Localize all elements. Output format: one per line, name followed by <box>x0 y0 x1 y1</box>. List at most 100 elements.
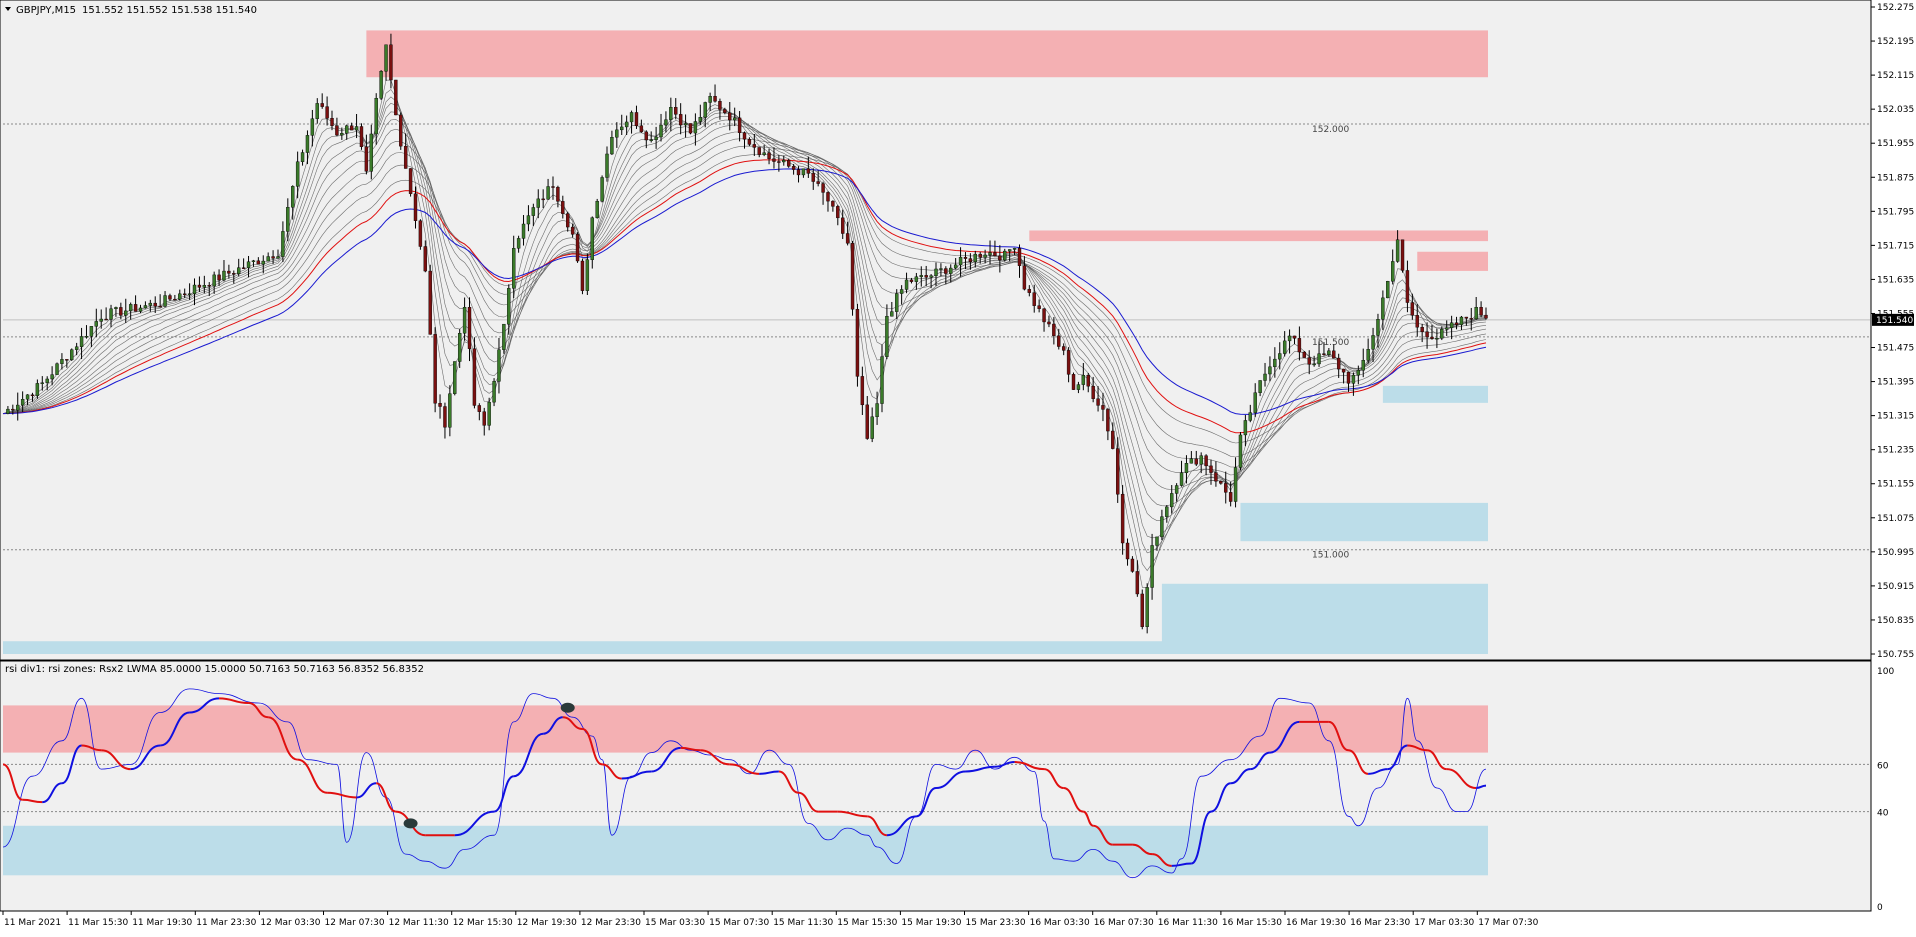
bear-candle <box>256 260 261 265</box>
bull-candle <box>531 207 536 216</box>
bull-candle <box>1199 455 1203 465</box>
price-tick-label: 152.275 <box>1877 3 1914 13</box>
bear-candle <box>1415 315 1419 328</box>
bear-candle <box>1420 326 1424 332</box>
bear-candle <box>1111 430 1115 449</box>
bull-candle <box>1395 239 1400 262</box>
bull-candle <box>310 118 315 136</box>
bear-candle <box>403 145 408 169</box>
bull-candle <box>128 304 133 312</box>
bear-candle <box>850 243 855 310</box>
bull-candle <box>1184 463 1189 474</box>
bull-candle <box>276 256 280 259</box>
bull-candle <box>281 231 285 257</box>
rsi-tick-label: 60 <box>1877 761 1889 771</box>
bear-candle <box>909 279 914 282</box>
supply-zone <box>1029 230 1488 242</box>
bull-candle <box>654 136 658 140</box>
bull-candle <box>143 305 148 309</box>
bear-candle <box>1130 558 1135 572</box>
bear-candle <box>1219 481 1223 484</box>
bear-candle <box>1209 465 1213 473</box>
bear-candle <box>1484 314 1488 319</box>
bear-candle <box>678 114 683 126</box>
bear-candle <box>1454 322 1459 325</box>
bull-candle <box>870 416 874 439</box>
bull-candle <box>988 252 992 256</box>
round-level-label: 152.000 <box>1312 125 1349 135</box>
bear-candle <box>811 173 815 182</box>
chart-canvas[interactable]: 152.000 151.500 151.000 152.275 152.195 152.… <box>0 0 1916 933</box>
bull-candle <box>251 260 256 262</box>
bull-candle <box>620 126 624 131</box>
round-level-label: 151.500 <box>1312 338 1349 348</box>
bear-candle <box>566 213 570 228</box>
indicator-title: rsi div1: rsi zones: Rsx2 LWMA 85.0000 1… <box>5 664 424 675</box>
bear-candle <box>1125 542 1130 560</box>
time-tick-label: 17 Mar 03:30 <box>1414 918 1474 928</box>
price-tick-label: 150.995 <box>1877 548 1914 558</box>
time-tick-label: 16 Mar 19:30 <box>1286 918 1346 928</box>
price-tick-label: 151.795 <box>1877 207 1914 217</box>
bull-candle <box>315 103 319 119</box>
bear-candle <box>752 144 757 148</box>
supply-zone <box>366 30 1489 78</box>
bear-candle <box>1032 292 1036 306</box>
time-tick-label: 15 Mar 03:30 <box>645 918 705 928</box>
bull-candle <box>1361 359 1365 371</box>
current-price-label: 151.540 <box>1876 316 1913 326</box>
bear-candle <box>394 79 398 116</box>
bull-candle <box>286 207 290 232</box>
bull-candle <box>70 349 74 361</box>
price-tick-label: 152.115 <box>1877 71 1914 81</box>
bear-candle <box>924 275 928 278</box>
bear-candle <box>1430 336 1434 339</box>
bear-candle <box>271 256 275 259</box>
bear-candle <box>438 403 442 407</box>
bull-candle <box>295 161 300 187</box>
bear-candle <box>359 126 364 147</box>
bull-candle <box>40 382 44 384</box>
demand-zone <box>3 641 1164 654</box>
bull-candle <box>16 404 20 411</box>
bear-candle <box>998 255 1002 261</box>
bull-candle <box>384 44 388 72</box>
bull-candle <box>600 177 604 202</box>
time-tick-label: 12 Mar 23:30 <box>581 918 641 928</box>
chart-window[interactable]: 152.000 151.500 151.000 152.275 152.195 152.… <box>0 0 1916 933</box>
bear-candle <box>551 186 555 188</box>
bear-candle <box>1047 321 1051 325</box>
bull-candle <box>659 124 663 138</box>
time-tick-label: 15 Mar 23:30 <box>966 918 1026 928</box>
divergence-marker <box>403 818 418 829</box>
bull-candle <box>1386 281 1390 299</box>
bull-candle <box>448 393 452 428</box>
bull-candle <box>1278 353 1282 360</box>
bull-candle <box>516 238 521 249</box>
time-tick-label: 15 Mar 19:30 <box>901 918 961 928</box>
bull-candle <box>178 293 182 300</box>
time-tick-label: 16 Mar 15:30 <box>1222 918 1282 928</box>
bear-candle <box>772 158 776 162</box>
time-tick-label: 11 Mar 19:30 <box>132 918 192 928</box>
bear-candle <box>197 284 202 288</box>
bull-candle <box>25 394 30 400</box>
bear-candle <box>482 411 486 426</box>
time-tick-label: 11 Mar 2021 <box>4 918 61 928</box>
bear-candle <box>845 233 850 244</box>
bear-candle <box>1071 374 1076 390</box>
bull-candle <box>1371 335 1375 350</box>
bull-candle <box>1381 297 1385 320</box>
bull-candle <box>610 137 614 155</box>
bear-candle <box>855 308 860 377</box>
bear-candle <box>1425 331 1429 338</box>
bull-candle <box>1258 380 1262 393</box>
bull-candle <box>462 307 467 334</box>
bull-candle <box>114 307 118 310</box>
bull-candle <box>246 261 251 268</box>
time-tick-label: 16 Mar 07:30 <box>1094 918 1154 928</box>
bull-candle <box>222 270 226 281</box>
bear-candle <box>1410 302 1415 316</box>
bear-candle <box>1037 305 1041 309</box>
bear-candle <box>570 226 575 235</box>
